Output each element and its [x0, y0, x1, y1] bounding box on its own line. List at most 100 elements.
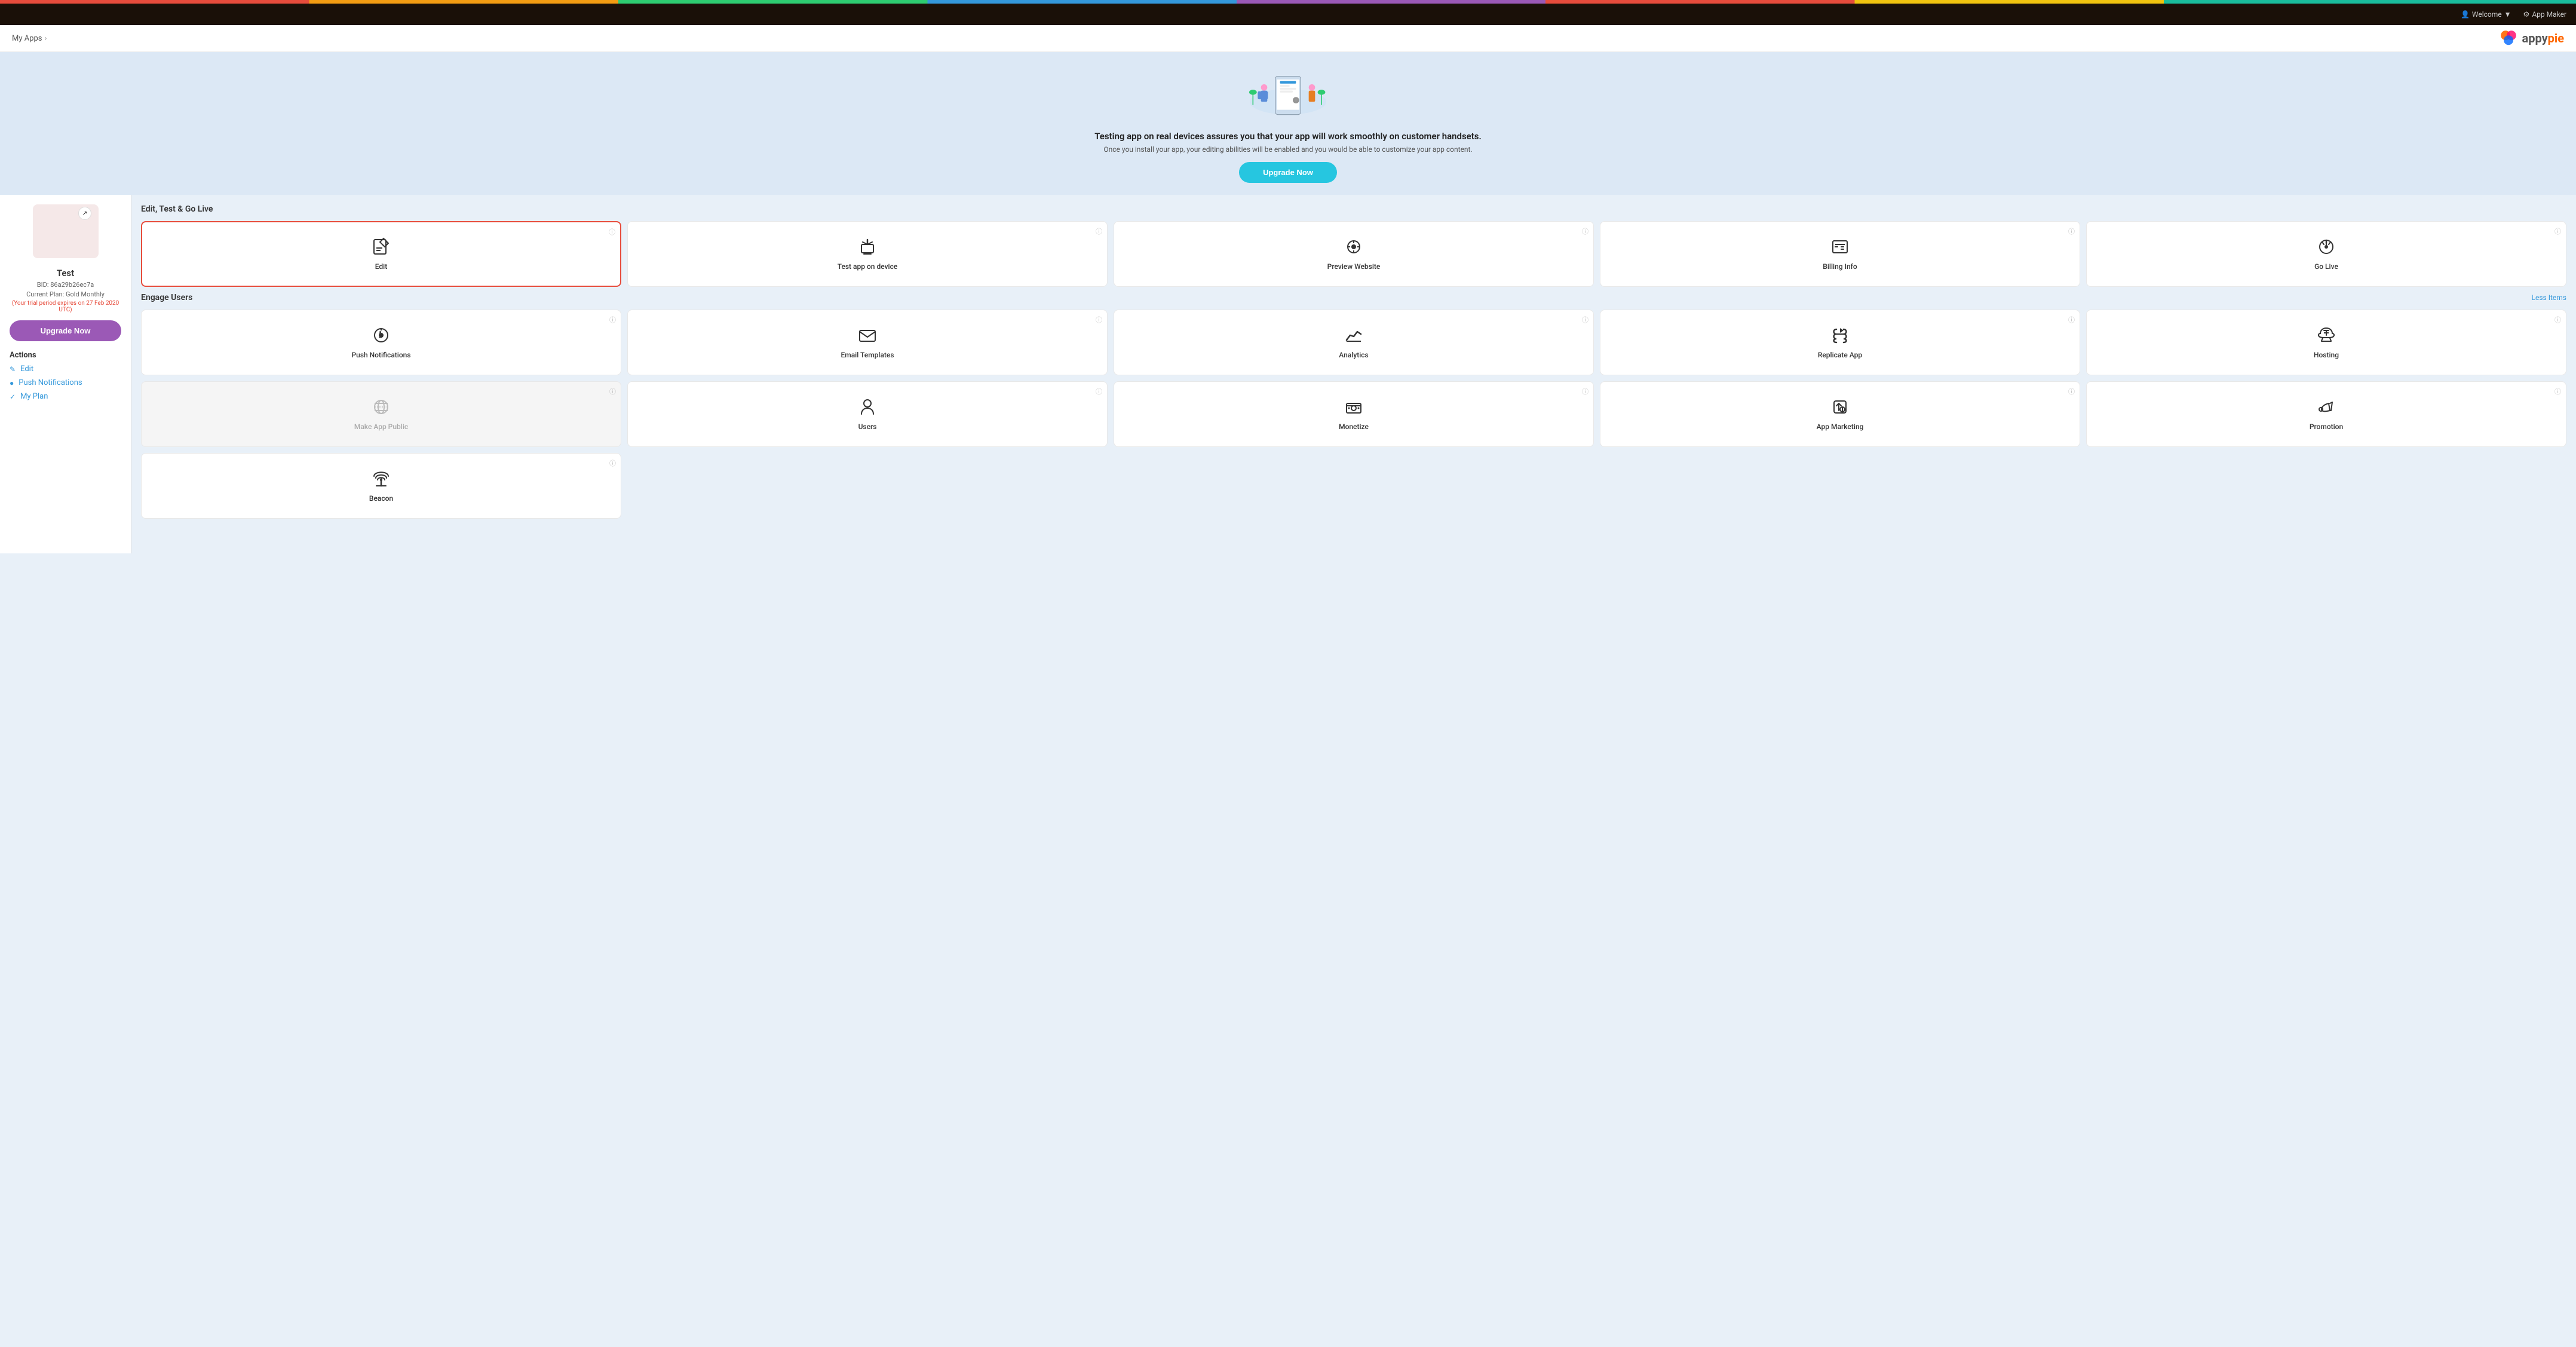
card-label-make-app-public: Make App Public [354, 423, 408, 431]
info-icon-replicate[interactable]: ⓘ [2068, 315, 2075, 324]
card-app-marketing[interactable]: ⓘ App Marketing [1600, 381, 2080, 447]
info-icon-go-live[interactable]: ⓘ [2554, 226, 2561, 236]
actions-label: Actions [10, 351, 121, 360]
test-app-icon [858, 237, 877, 256]
edit-section-title: Edit, Test & Go Live [141, 204, 213, 214]
info-icon-email[interactable]: ⓘ [1096, 315, 1102, 324]
engage-grid-row-2: ⓘ Make App Public ⓘ Users [141, 381, 2566, 447]
email-templates-icon [858, 326, 877, 345]
card-label-beacon: Beacon [369, 494, 393, 503]
card-push-notifications[interactable]: ⓘ ℹ Push Notifications [141, 310, 621, 375]
banner-subtitle: Once you install your app, your editing … [1103, 145, 1472, 154]
less-items-link[interactable]: Less Items [2532, 293, 2566, 302]
billing-info-icon [1830, 237, 1850, 256]
info-icon-analytics[interactable]: ⓘ [1582, 315, 1588, 324]
card-replicate-app[interactable]: ⓘ Replicate App [1600, 310, 2080, 375]
breadcrumb-arrow: › [45, 34, 47, 43]
users-icon [858, 397, 877, 417]
card-label-monetize: Monetize [1339, 423, 1369, 431]
card-go-live[interactable]: ⓘ Go Live [2086, 221, 2566, 287]
card-label-push-notifications: Push Notifications [352, 351, 411, 359]
engage-section-title: Engage Users [141, 293, 192, 302]
main-content: ↗ Test BID: 86a29b26ec7a Current Plan: G… [0, 195, 2576, 553]
app-marketing-icon [1830, 397, 1850, 417]
go-live-icon [2317, 237, 2336, 256]
edit-icon: ✎ [10, 365, 16, 374]
avatar-edit-button[interactable]: ↗ [78, 207, 91, 220]
appypie-logo-icon [2499, 29, 2518, 48]
card-label-go-live: Go Live [2314, 262, 2338, 271]
promotion-icon [2317, 397, 2336, 417]
welcome-menu[interactable]: 👤 Welcome ▼ [2461, 10, 2511, 19]
my-plan-label: My Plan [20, 392, 48, 401]
card-analytics[interactable]: ⓘ Analytics [1114, 310, 1594, 375]
info-icon-app-marketing[interactable]: ⓘ [2068, 387, 2075, 396]
check-icon: ✓ [10, 393, 16, 401]
push-notifications-card-icon: ℹ [372, 326, 391, 345]
sidebar-action-my-plan[interactable]: ✓ My Plan [10, 392, 121, 401]
push-notifications-icon: ● [10, 379, 14, 387]
banner-upgrade-button[interactable]: Upgrade Now [1239, 162, 1337, 183]
engage-grid-row-1: ⓘ ℹ Push Notifications ⓘ Email Templates [141, 310, 2566, 375]
card-label-users: Users [858, 423, 877, 431]
card-label-test-app: Test app on device [838, 262, 898, 271]
card-users[interactable]: ⓘ Users [627, 381, 1108, 447]
nav-bar: 👤 Welcome ▼ ⚙ App Maker [0, 4, 2576, 25]
beacon-icon [372, 469, 391, 488]
info-icon-promotion[interactable]: ⓘ [2554, 387, 2561, 396]
banner-illustration [1240, 64, 1336, 124]
banner-title: Testing app on real devices assures you … [1094, 131, 1482, 142]
app-maker-menu[interactable]: ⚙ App Maker [2523, 10, 2566, 19]
card-label-email-templates: Email Templates [841, 351, 894, 359]
preview-website-icon [1344, 237, 1363, 256]
breadcrumb[interactable]: My Apps › [12, 34, 47, 43]
info-icon-billing[interactable]: ⓘ [2068, 226, 2075, 236]
logo-area: appypie [2499, 29, 2564, 48]
edit-card-icon [372, 237, 391, 256]
card-label-preview-website: Preview Website [1327, 262, 1381, 271]
logo-text: appypie [2522, 31, 2564, 45]
card-label-app-marketing: App Marketing [1817, 423, 1864, 431]
app-plan: Current Plan: Gold Monthly [10, 290, 121, 298]
card-monetize[interactable]: ⓘ Monetize [1114, 381, 1594, 447]
card-label-analytics: Analytics [1339, 351, 1368, 359]
info-icon-edit[interactable]: ⓘ [609, 227, 615, 237]
card-edit[interactable]: ⓘ Edit [141, 221, 621, 287]
card-preview-website[interactable]: ⓘ Preview Website [1114, 221, 1594, 287]
card-test-app[interactable]: ⓘ Test app on device [627, 221, 1108, 287]
analytics-icon [1344, 326, 1363, 345]
card-beacon[interactable]: ⓘ Beacon [141, 453, 621, 519]
card-hosting[interactable]: ⓘ Hosting [2086, 310, 2566, 375]
card-label-promotion: Promotion [2310, 423, 2343, 431]
dropdown-arrow: ▼ [2504, 10, 2511, 19]
engage-section-header: Engage Users Less Items [141, 293, 2566, 302]
gear-icon: ⚙ [2523, 10, 2530, 19]
card-label-billing-info: Billing Info [1823, 262, 1857, 271]
info-icon-hosting[interactable]: ⓘ [2554, 315, 2561, 324]
info-icon-make-public[interactable]: ⓘ [609, 387, 616, 396]
main-header: My Apps › appypie [0, 25, 2576, 52]
info-icon-monetize[interactable]: ⓘ [1582, 387, 1588, 396]
info-icon-push[interactable]: ⓘ [609, 315, 616, 324]
push-notifications-label: Push Notifications [19, 378, 82, 387]
sidebar-action-edit[interactable]: ✎ Edit [10, 365, 121, 374]
monetize-icon [1344, 397, 1363, 417]
sidebar: ↗ Test BID: 86a29b26ec7a Current Plan: G… [0, 195, 131, 553]
sidebar-action-push-notifications[interactable]: ● Push Notifications [10, 378, 121, 387]
app-name: Test [10, 268, 121, 278]
edit-section-header: Edit, Test & Go Live [141, 204, 2566, 214]
info-icon-users[interactable]: ⓘ [1096, 387, 1102, 396]
info-icon-preview[interactable]: ⓘ [1582, 226, 1588, 236]
engage-grid-row-3: ⓘ Beacon [141, 453, 2566, 519]
card-make-app-public[interactable]: ⓘ Make App Public [141, 381, 621, 447]
sidebar-upgrade-button[interactable]: Upgrade Now [10, 320, 121, 341]
make-app-public-icon [372, 397, 391, 417]
grid-area: Edit, Test & Go Live ⓘ Edit ⓘ [131, 195, 2576, 553]
info-icon-beacon[interactable]: ⓘ [609, 458, 616, 468]
card-label-edit: Edit [375, 262, 387, 271]
card-promotion[interactable]: ⓘ Promotion [2086, 381, 2566, 447]
info-icon-test-app[interactable]: ⓘ [1096, 226, 1102, 236]
card-email-templates[interactable]: ⓘ Email Templates [627, 310, 1108, 375]
card-billing-info[interactable]: ⓘ Billing Info [1600, 221, 2080, 287]
banner-section: Testing app on real devices assures you … [0, 52, 2576, 195]
